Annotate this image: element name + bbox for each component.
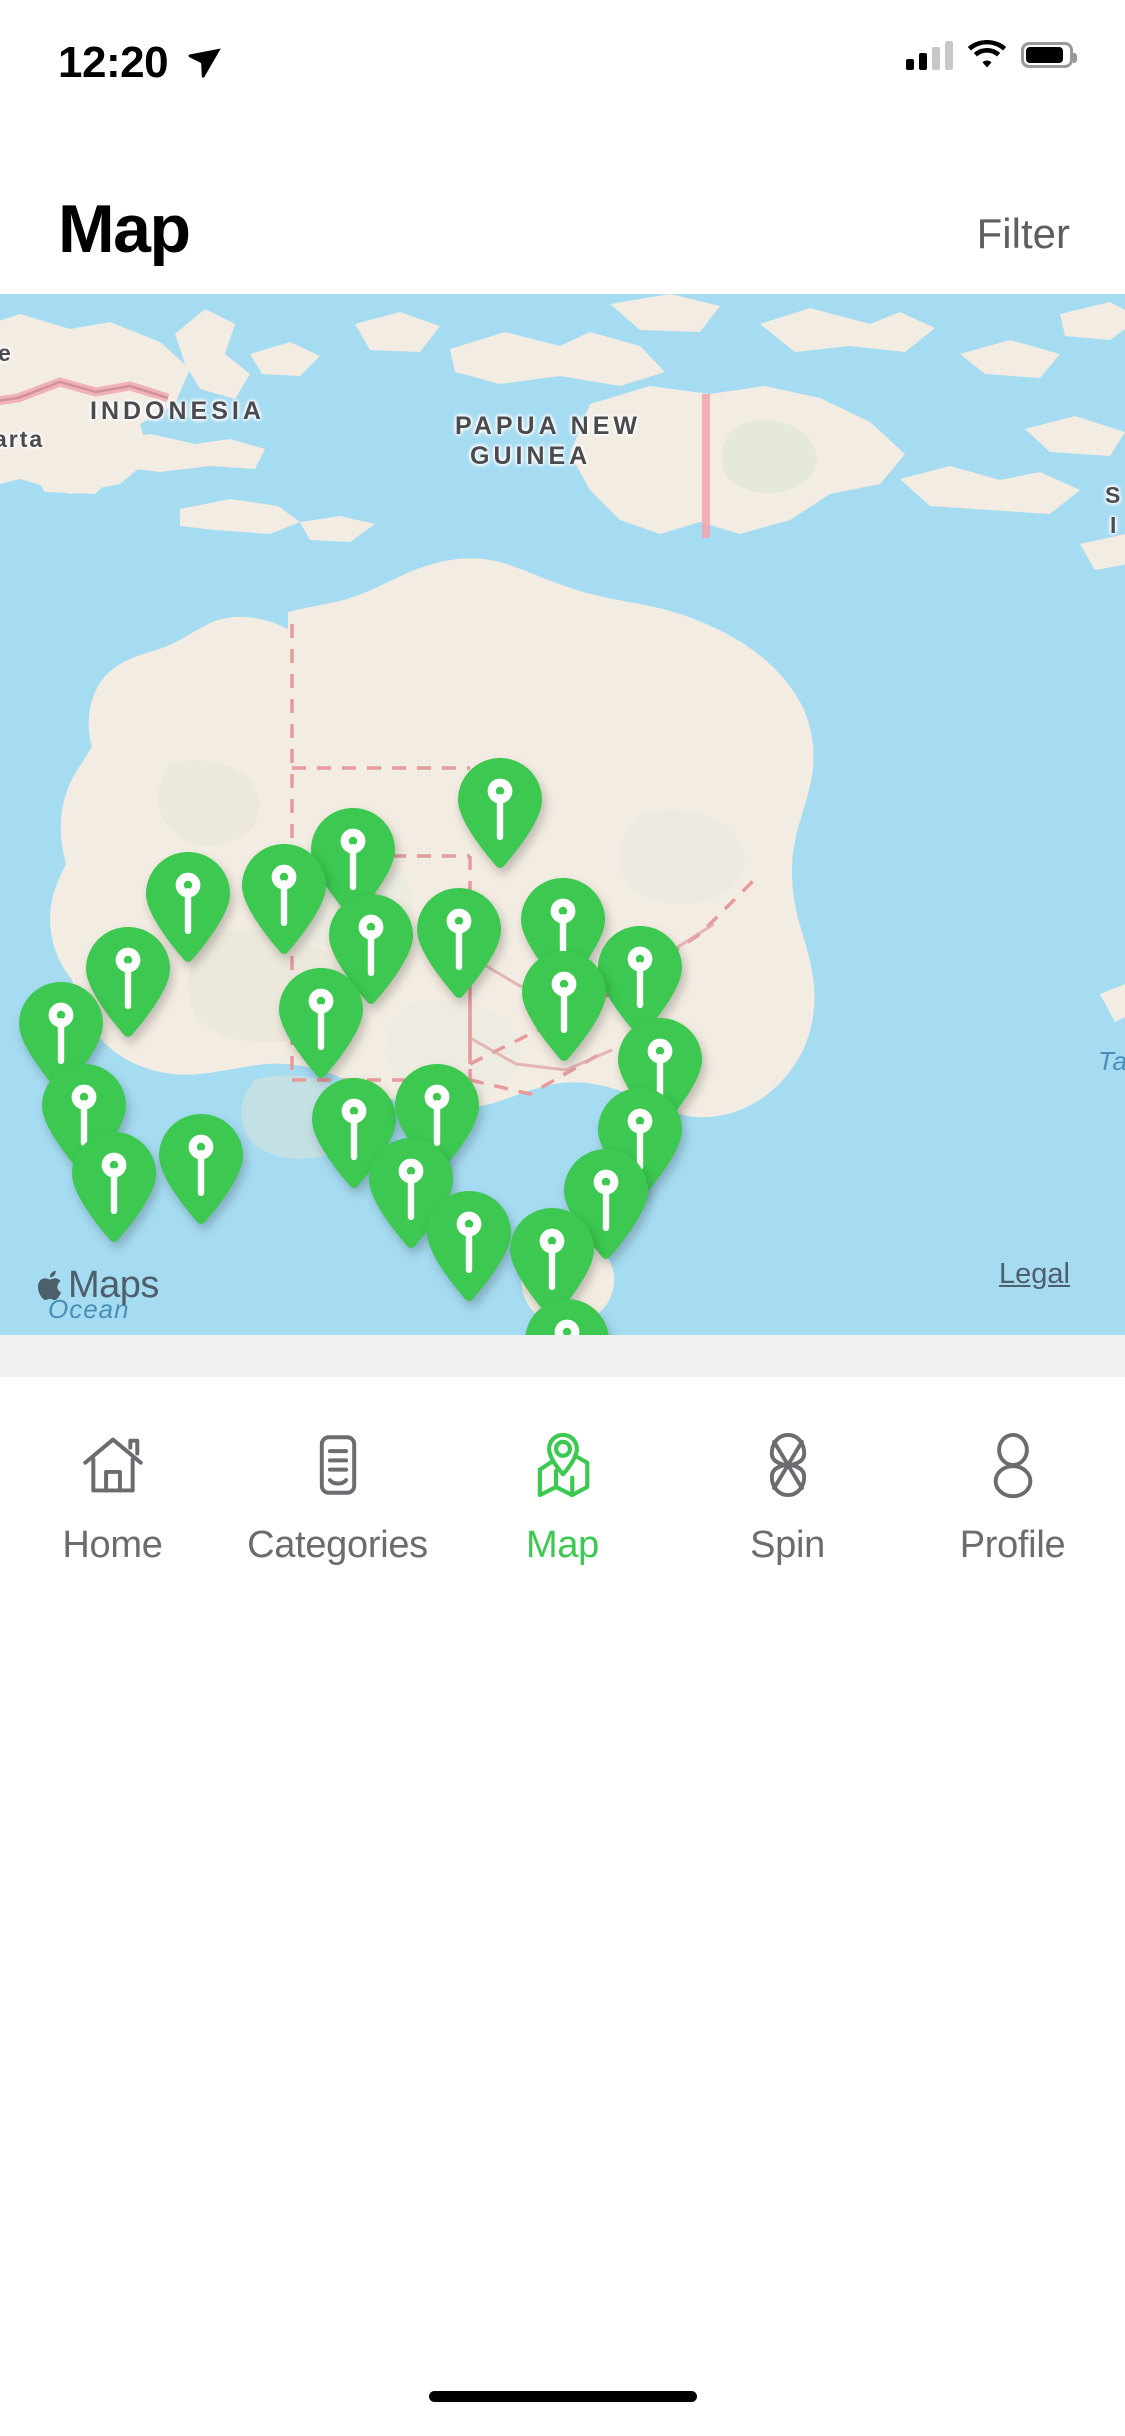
map-view[interactable]: INDONESIA PAPUA NEW GUINEA arta e S I Ta… xyxy=(0,294,1125,1335)
map-pin[interactable] xyxy=(275,966,367,1078)
map-pin[interactable] xyxy=(68,1130,160,1242)
map-pin[interactable] xyxy=(454,756,546,868)
tab-profile[interactable]: Profile xyxy=(900,1428,1125,1567)
page-title: Map xyxy=(58,191,191,267)
tab-bar: Home Categories Map Spin Profile xyxy=(0,1377,1125,2436)
status-bar-indicators xyxy=(906,40,1077,70)
map-attribution: Maps xyxy=(36,1264,159,1307)
home-icon xyxy=(82,1437,143,1492)
tab-label-home: Home xyxy=(62,1523,163,1566)
tab-categories[interactable]: Categories xyxy=(225,1428,450,1567)
battery-icon xyxy=(1021,42,1077,68)
list-icon xyxy=(319,1434,356,1495)
hourglass-icon xyxy=(769,1432,806,1497)
map-legal-link[interactable]: Legal xyxy=(999,1258,1070,1291)
tab-list: Home Categories Map Spin Profile xyxy=(0,1377,1125,1617)
tab-label-profile: Profile xyxy=(959,1523,1066,1566)
wifi-icon xyxy=(967,40,1007,68)
map-attribution-text: Maps xyxy=(68,1264,159,1306)
tab-label-map: Map xyxy=(525,1523,600,1566)
location-arrow-icon xyxy=(188,48,221,78)
map-pin-icon xyxy=(537,1432,589,1497)
tab-spin[interactable]: Spin xyxy=(675,1428,900,1567)
status-bar: 12:20 xyxy=(0,0,1125,132)
map-pin[interactable] xyxy=(238,842,330,954)
map-pin[interactable] xyxy=(423,1189,515,1301)
tab-label-categories: Categories xyxy=(247,1523,428,1566)
map-pin[interactable] xyxy=(155,1112,247,1224)
tab-map[interactable]: Map xyxy=(450,1428,675,1567)
status-bar-time: 12:20 xyxy=(58,38,169,87)
apple-logo-icon xyxy=(37,1270,61,1300)
map-pin[interactable] xyxy=(521,1297,613,1335)
cellular-signal-icon xyxy=(906,40,953,70)
filter-button[interactable]: Filter xyxy=(977,210,1070,258)
tab-label-spin: Spin xyxy=(750,1523,825,1566)
navigation-bar: Map Filter xyxy=(0,182,1125,294)
map-pin[interactable] xyxy=(518,949,610,1061)
tab-home[interactable]: Home xyxy=(0,1428,225,1567)
person-icon xyxy=(993,1432,1032,1498)
tabbar-separator xyxy=(0,1335,1125,1377)
map-pin[interactable] xyxy=(413,886,505,998)
home-indicator xyxy=(428,2391,697,2402)
